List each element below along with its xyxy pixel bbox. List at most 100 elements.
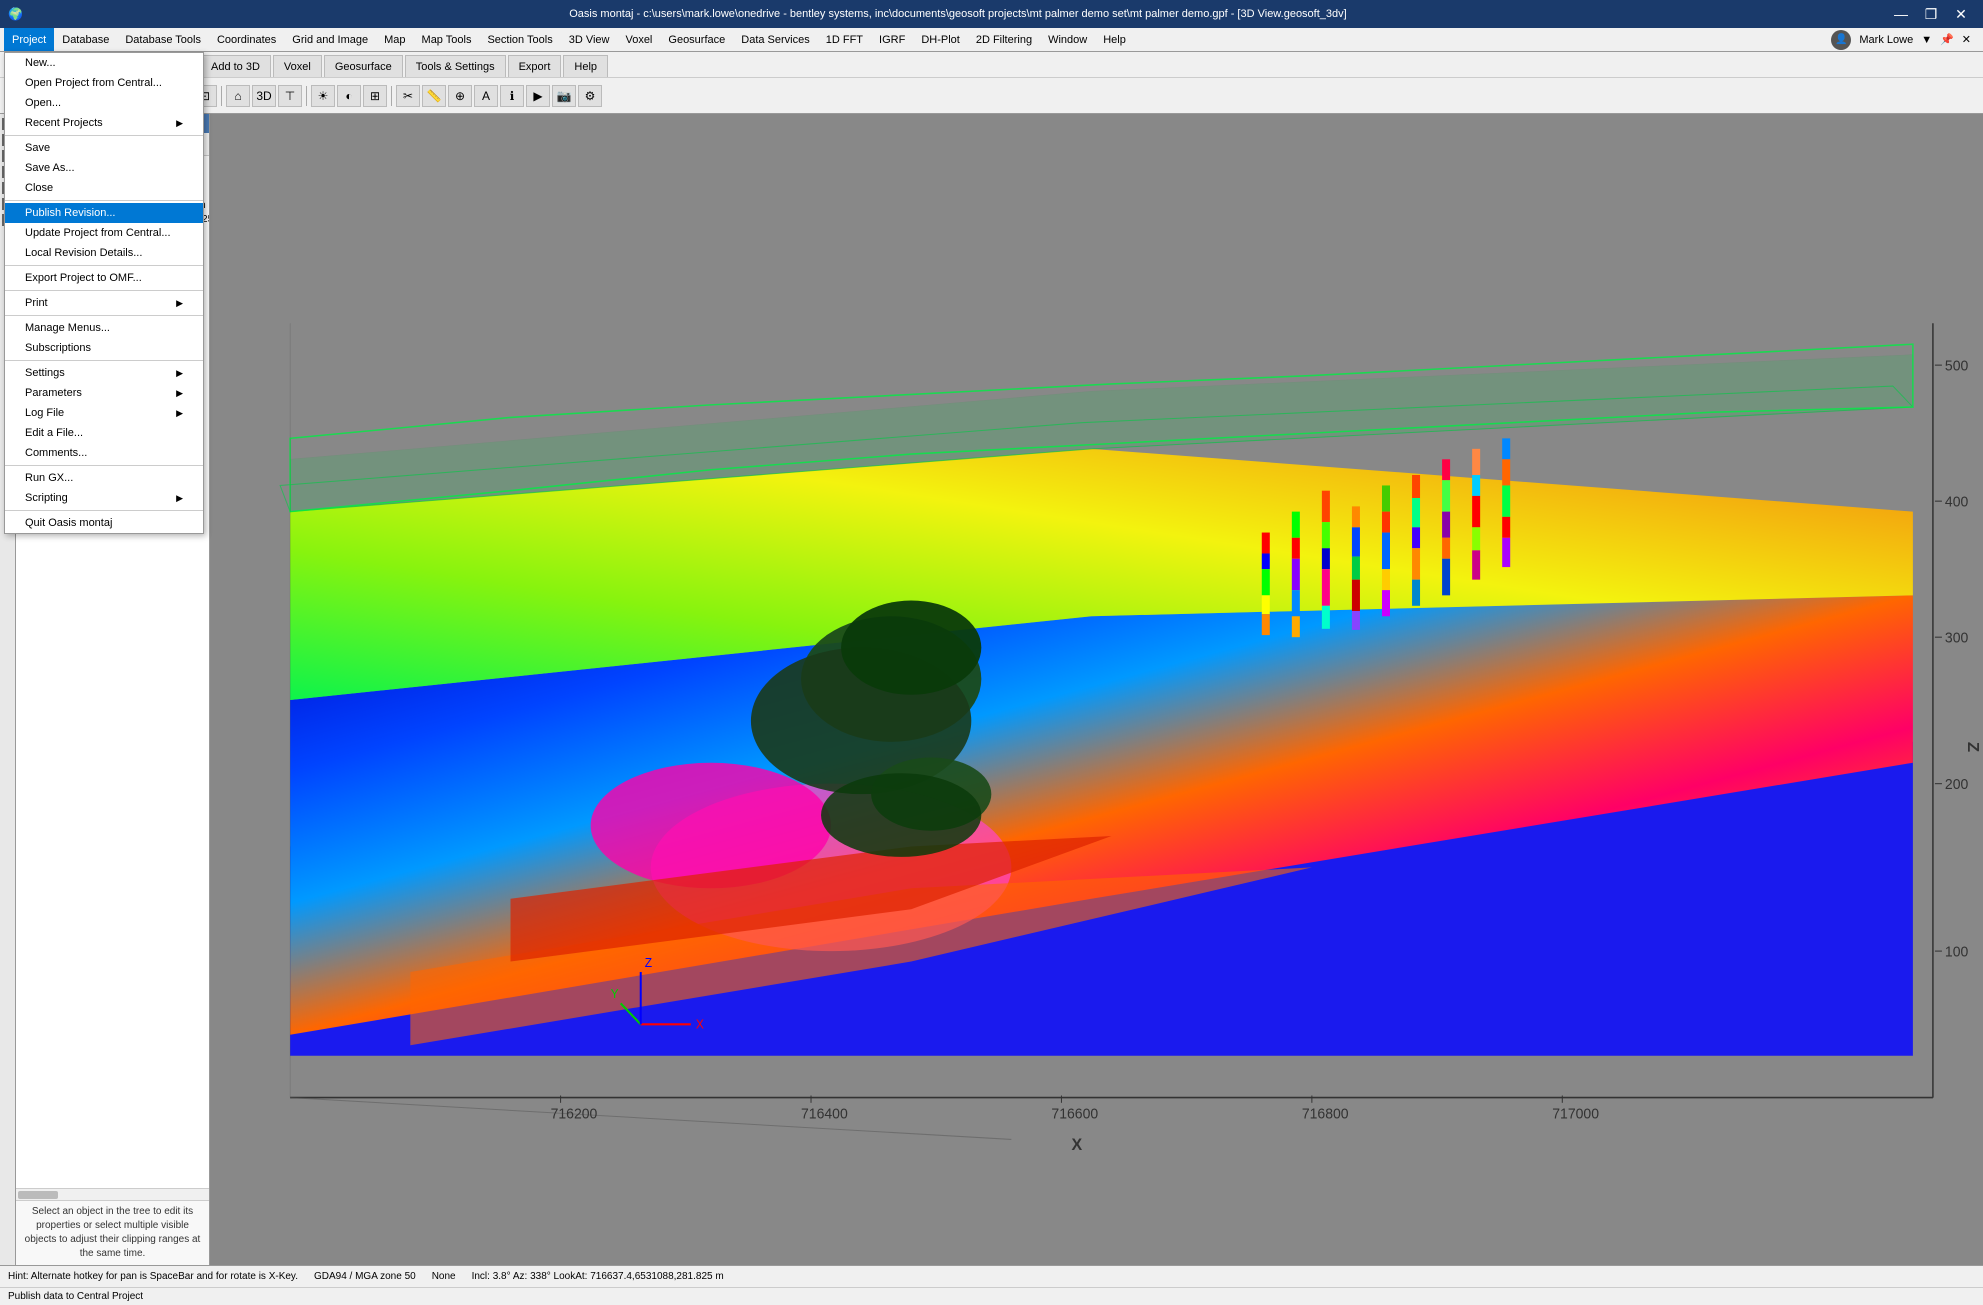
menu-item-log-file[interactable]: Log File ▶ (5, 403, 203, 423)
menu-item-publish-revision[interactable]: Publish Revision... (5, 203, 203, 223)
recent-projects-arrow: ▶ (176, 118, 183, 129)
menu-database-tools[interactable]: Database Tools (117, 28, 209, 51)
print-arrow: ▶ (176, 298, 183, 309)
scripting-arrow: ▶ (176, 493, 183, 504)
menu-item-new[interactable]: New... (5, 53, 203, 73)
toolbar-snapshot-btn[interactable]: 📷 (552, 85, 576, 107)
toolbar-points-btn[interactable]: ⊕ (448, 85, 472, 107)
svg-text:Z: Z (645, 956, 653, 970)
log-file-arrow: ▶ (176, 408, 183, 419)
main-toolbar: ← → ⊹ ↻ ✋ 🔍 ⬛ ⊡ ⌂ 3D ⊤ ☀ ◐ ⊞ ✂ 📏 ⊕ A ℹ ▶… (0, 78, 1983, 114)
menu-section-tools[interactable]: Section Tools (479, 28, 560, 51)
menu-item-parameters[interactable]: Parameters ▶ (5, 383, 203, 403)
svg-text:716600: 716600 (1051, 1106, 1098, 1122)
menu-item-local-revision[interactable]: Local Revision Details... (5, 243, 203, 263)
menu-project[interactable]: Project (4, 28, 54, 51)
menu-voxel[interactable]: Voxel (617, 28, 660, 51)
menu-item-close[interactable]: Close (5, 178, 203, 198)
menu-geosurface[interactable]: Geosurface (660, 28, 733, 51)
panel-hint: Select an object in the tree to edit its… (16, 1200, 209, 1265)
svg-text:Y: Y (611, 987, 619, 1001)
menu-grid-image[interactable]: Grid and Image (284, 28, 376, 51)
menu-item-recent-projects[interactable]: Recent Projects ▶ (5, 113, 203, 133)
panel-scrollbar[interactable] (16, 1188, 209, 1200)
toolbar-settings2-btn[interactable]: ⚙ (578, 85, 602, 107)
close-user-icon[interactable]: ✕ (1962, 33, 1971, 46)
menu-item-comments[interactable]: Comments... (5, 443, 203, 463)
separator-3 (5, 265, 203, 266)
pin-icon[interactable]: 📌 (1940, 33, 1954, 46)
svg-text:X: X (1071, 1136, 1082, 1154)
menu-item-open[interactable]: Open... (5, 93, 203, 113)
menu-item-update-central[interactable]: Update Project from Central... (5, 223, 203, 243)
menu-item-print[interactable]: Print ▶ (5, 293, 203, 313)
main-area: 3D Manager 📌 ✕ + ↻ 👁 ⚙ ▼ ✓ 📁 Planes & Su… (0, 114, 1983, 1265)
titlebar-controls: — ❐ ✕ (1887, 3, 1975, 25)
toolbar-lighting-btn[interactable]: ☀ (311, 85, 335, 107)
menu-window[interactable]: Window (1040, 28, 1095, 51)
toolbar-info-btn[interactable]: ℹ (500, 85, 524, 107)
restore-button[interactable]: ❐ (1917, 3, 1945, 25)
menu-item-run-gx[interactable]: Run GX... (5, 468, 203, 488)
menubar: Project Database Database Tools Coordina… (0, 28, 1983, 52)
menu-data-services[interactable]: Data Services (733, 28, 817, 51)
svg-text:717000: 717000 (1552, 1106, 1599, 1122)
menu-item-quit[interactable]: Quit Oasis montaj (5, 513, 203, 533)
menu-item-settings[interactable]: Settings ▶ (5, 363, 203, 383)
close-button[interactable]: ✕ (1947, 3, 1975, 25)
menu-2d-filtering[interactable]: 2D Filtering (968, 28, 1040, 51)
toolbar-movie-btn[interactable]: ▶ (526, 85, 550, 107)
app-icon: 🌍 (8, 7, 23, 21)
menu-help[interactable]: Help (1095, 28, 1134, 51)
tab-geosurface[interactable]: Geosurface (324, 55, 403, 77)
settings-arrow: ▶ (176, 368, 183, 379)
toolbar-top-btn[interactable]: ⊤ (278, 85, 302, 107)
menu-map[interactable]: Map (376, 28, 413, 51)
svg-text:716800: 716800 (1302, 1106, 1349, 1122)
3d-view-container[interactable]: 716200 716400 716600 716800 717000 X 100… (210, 114, 1983, 1265)
separator-1 (5, 135, 203, 136)
toolbar-label-btn[interactable]: A (474, 85, 498, 107)
menu-item-scripting[interactable]: Scripting ▶ (5, 488, 203, 508)
menu-map-tools[interactable]: Map Tools (414, 28, 480, 51)
menu-item-save-as[interactable]: Save As... (5, 158, 203, 178)
svg-text:100: 100 (1945, 944, 1968, 960)
svg-text:400: 400 (1945, 494, 1968, 510)
menu-item-export-omf[interactable]: Export Project to OMF... (5, 268, 203, 288)
tab-export[interactable]: Export (508, 55, 562, 77)
menu-dh-plot[interactable]: DH-Plot (913, 28, 968, 51)
menu-igrf[interactable]: IGRF (871, 28, 913, 51)
toolbar-measure-btn[interactable]: 📏 (422, 85, 446, 107)
toolbar-clip-btn[interactable]: ✂ (396, 85, 420, 107)
menu-item-save[interactable]: Save (5, 138, 203, 158)
statusbar-none: None (432, 1271, 456, 1282)
titlebar-title: Oasis montaj - c:\users\mark.lowe\onedri… (569, 8, 1346, 20)
tab-add-to-3d[interactable]: Add to 3D (200, 55, 271, 77)
menu-item-edit-file[interactable]: Edit a File... (5, 423, 203, 443)
menu-item-subscriptions[interactable]: Subscriptions (5, 338, 203, 358)
toolbar-3d-btn[interactable]: 3D (252, 85, 276, 107)
minimize-button[interactable]: — (1887, 3, 1915, 25)
svg-text:500: 500 (1945, 358, 1968, 374)
menu-coordinates[interactable]: Coordinates (209, 28, 284, 51)
toolbar-home-btn[interactable]: ⌂ (226, 85, 250, 107)
user-name: Mark Lowe (1859, 34, 1913, 46)
menu-database[interactable]: Database (54, 28, 117, 51)
menu-3d-view[interactable]: 3D View (561, 28, 618, 51)
tab-tools-settings[interactable]: Tools & Settings (405, 55, 506, 77)
separator-8 (5, 510, 203, 511)
separator-6 (5, 360, 203, 361)
menu-item-open-central[interactable]: Open Project from Central... (5, 73, 203, 93)
publish-hint-text: Publish data to Central Project (8, 1291, 143, 1302)
svg-text:716200: 716200 (551, 1106, 598, 1122)
svg-text:300: 300 (1945, 630, 1968, 646)
toolbar-shadows-btn[interactable]: ◐ (337, 85, 361, 107)
project-dropdown: New... Open Project from Central... Open… (4, 52, 204, 534)
user-menu-arrow[interactable]: ▼ (1921, 34, 1932, 46)
tab-voxel[interactable]: Voxel (273, 55, 322, 77)
separator-5 (5, 315, 203, 316)
menu-1d-fft[interactable]: 1D FFT (818, 28, 871, 51)
toolbar-grid-btn[interactable]: ⊞ (363, 85, 387, 107)
tab-help[interactable]: Help (563, 55, 608, 77)
menu-item-manage-menus[interactable]: Manage Menus... (5, 318, 203, 338)
